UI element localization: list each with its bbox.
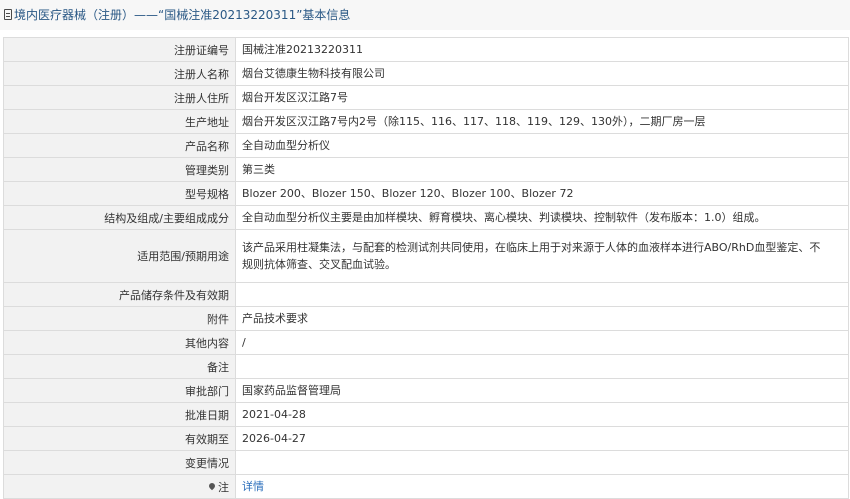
- table-row-note: 注 详情: [4, 475, 849, 499]
- table-row: 产品储存条件及有效期: [4, 283, 849, 307]
- table-row: 批准日期 2021-04-28: [4, 403, 849, 427]
- table-row: 变更情况: [4, 451, 849, 475]
- row-label: 附件: [4, 307, 236, 330]
- pin-icon: [207, 481, 217, 490]
- row-value: Blozer 200、Blozer 150、Blozer 120、Blozer …: [236, 182, 849, 205]
- row-value: 烟台艾德康生物科技有限公司: [236, 62, 849, 85]
- row-value: 全自动血型分析仪主要是由加样模块、孵育模块、离心模块、判读模块、控制软件（发布版…: [236, 206, 849, 229]
- row-value: 国家药品监督管理局: [236, 379, 849, 402]
- table-row: 审批部门 国家药品监督管理局: [4, 379, 849, 403]
- row-value: /: [236, 331, 849, 354]
- row-label: 注册人名称: [4, 62, 236, 85]
- row-label: 结构及组成/主要组成成分: [4, 206, 236, 229]
- table-row: 注册人名称 烟台艾德康生物科技有限公司: [4, 62, 849, 86]
- table-row: 适用范围/预期用途 该产品采用柱凝集法，与配套的检测试剂共同使用，在临床上用于对…: [4, 230, 849, 283]
- table-row: 结构及组成/主要组成成分 全自动血型分析仪主要是由加样模块、孵育模块、离心模块、…: [4, 206, 849, 230]
- row-label: 注: [4, 475, 236, 498]
- table-row: 备注: [4, 355, 849, 379]
- table-row: 管理类别 第三类: [4, 158, 849, 182]
- info-table: 注册证编号 国械注准20213220311 注册人名称 烟台艾德康生物科技有限公…: [3, 37, 849, 499]
- table-row: 产品名称 全自动血型分析仪: [4, 134, 849, 158]
- row-label: 产品名称: [4, 134, 236, 157]
- row-value: 2021-04-28: [236, 403, 849, 426]
- table-row: 注册人住所 烟台开发区汉江路7号: [4, 86, 849, 110]
- note-label: 注: [218, 480, 229, 494]
- table-row: 型号规格 Blozer 200、Blozer 150、Blozer 120、Bl…: [4, 182, 849, 206]
- details-link[interactable]: 详情: [242, 478, 264, 495]
- row-label: 有效期至: [4, 427, 236, 450]
- row-label: 审批部门: [4, 379, 236, 402]
- row-value: 国械注准20213220311: [236, 38, 849, 61]
- table-row: 生产地址 烟台开发区汉江路7号内2号（除115、116、117、118、119、…: [4, 110, 849, 134]
- row-label: 注册人住所: [4, 86, 236, 109]
- row-label: 注册证编号: [4, 38, 236, 61]
- row-label: 其他内容: [4, 331, 236, 354]
- row-label: 管理类别: [4, 158, 236, 181]
- row-value: 全自动血型分析仪: [236, 134, 849, 157]
- row-value: 第三类: [236, 158, 849, 181]
- row-label: 批准日期: [4, 403, 236, 426]
- row-value: 该产品采用柱凝集法，与配套的检测试剂共同使用，在临床上用于对来源于人体的血液样本…: [236, 230, 849, 282]
- row-value: 烟台开发区汉江路7号内2号（除115、116、117、118、119、129、1…: [236, 110, 849, 133]
- row-label: 适用范围/预期用途: [4, 230, 236, 282]
- row-value: 2026-04-27: [236, 427, 849, 450]
- row-value: 产品技术要求: [236, 307, 849, 330]
- document-icon: [4, 9, 12, 20]
- table-row: 附件 产品技术要求: [4, 307, 849, 331]
- row-label: 产品储存条件及有效期: [4, 283, 236, 306]
- row-label: 备注: [4, 355, 236, 378]
- table-row: 有效期至 2026-04-27: [4, 427, 849, 451]
- row-label: 型号规格: [4, 182, 236, 205]
- row-value: 烟台开发区汉江路7号: [236, 86, 849, 109]
- row-value: [236, 283, 849, 306]
- row-value: 详情: [236, 475, 849, 498]
- row-label: 变更情况: [4, 451, 236, 474]
- row-label: 生产地址: [4, 110, 236, 133]
- row-value: [236, 355, 849, 378]
- page-header: 境内医疗器械（注册）——“国械注准20213220311”基本信息: [0, 0, 850, 30]
- table-row: 其他内容 /: [4, 331, 849, 355]
- table-row: 注册证编号 国械注准20213220311: [4, 38, 849, 62]
- row-value: [236, 451, 849, 474]
- page-title: 境内医疗器械（注册）——“国械注准20213220311”基本信息: [14, 8, 351, 22]
